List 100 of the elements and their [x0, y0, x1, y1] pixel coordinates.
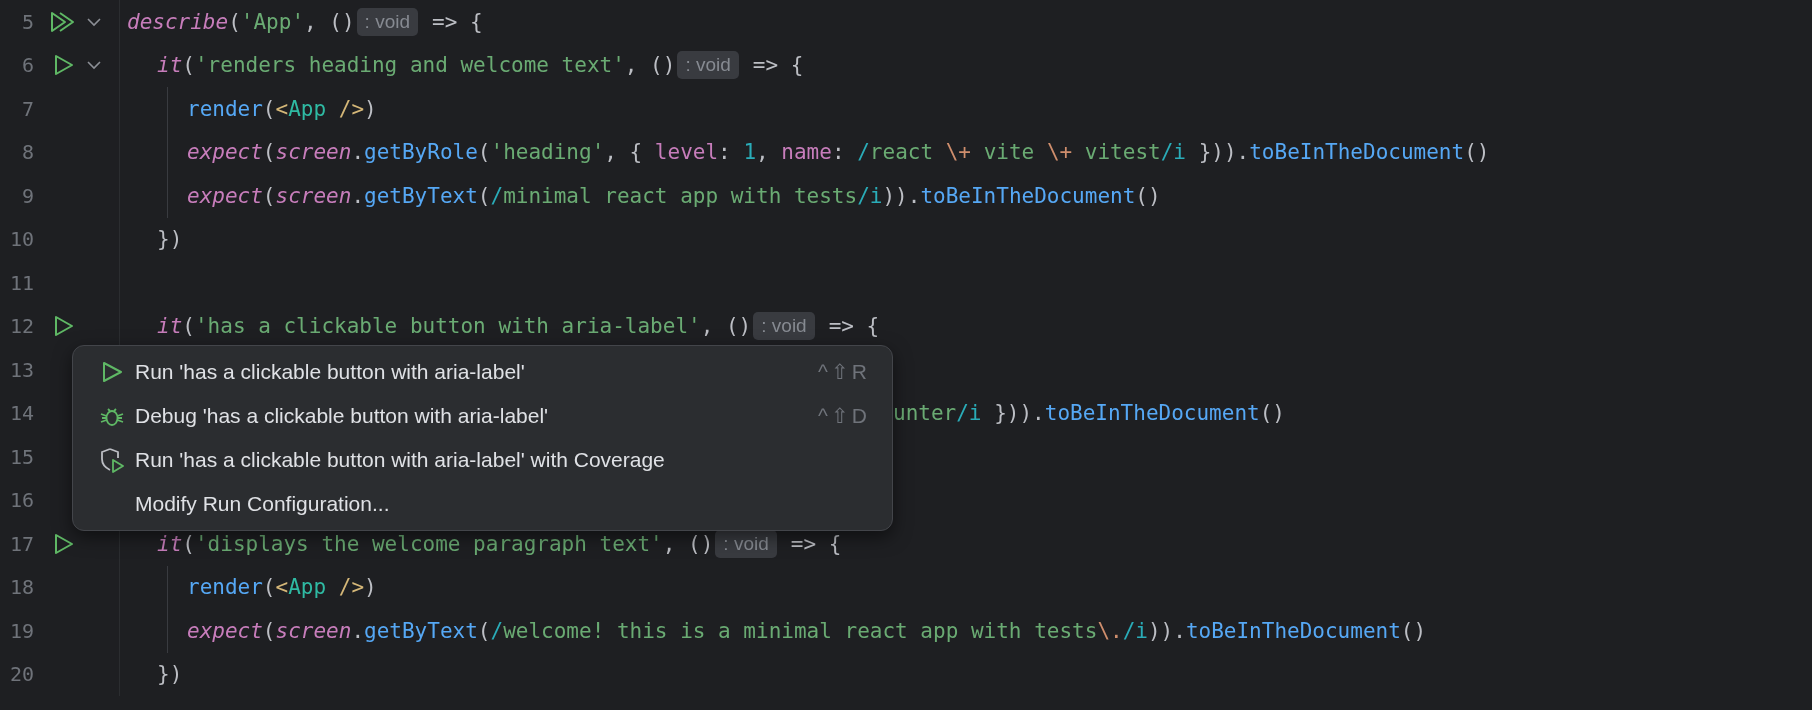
code-token: => {: [790, 531, 842, 556]
chevron-down-icon[interactable]: [87, 16, 101, 27]
code-token: .: [351, 140, 365, 165]
code-token: /: [490, 618, 504, 643]
code-token: /: [490, 183, 504, 208]
code-token: (): [1259, 401, 1285, 426]
code-token: => {: [432, 9, 483, 34]
shield-run-icon: [99, 447, 125, 473]
code-token: /i: [1160, 140, 1186, 165]
code-token: name: [781, 140, 832, 165]
code-token: })).: [993, 401, 1045, 426]
code-token: toBeInTheDocument: [920, 183, 1136, 208]
line-number: 15: [8, 444, 34, 469]
line-number: 12: [8, 314, 34, 339]
code-token: ): [364, 575, 377, 600]
shortcut-hint: ^⇧R: [817, 360, 870, 384]
line-number: 11: [8, 270, 34, 295]
run-icon[interactable]: [53, 531, 75, 556]
code-token: vitest: [1083, 140, 1161, 165]
code-token: (: [262, 575, 276, 600]
line-number: 17: [8, 531, 34, 556]
line-number: 10: [8, 227, 34, 252]
code-token: (: [477, 140, 491, 165]
menu-item[interactable]: Modify Run Configuration...: [135, 492, 870, 516]
run-icon: [100, 360, 124, 384]
type-hint: : void: [356, 7, 419, 36]
line-number: 13: [8, 357, 34, 382]
code-token: (: [228, 9, 241, 34]
code-token: 'displays the welcome paragraph text': [194, 531, 663, 556]
code-token: )).: [1147, 618, 1186, 643]
menu-item[interactable]: Run 'has a clickable button with aria-label' with Coverage: [135, 448, 870, 472]
code-token: <: [275, 575, 289, 600]
code-token: getByText: [364, 618, 478, 643]
code-token: it: [157, 53, 183, 78]
code-token: 'App': [240, 9, 305, 34]
code-token: , {: [604, 140, 644, 165]
menu-item[interactable]: Run 'has a clickable button with aria-label': [135, 360, 818, 384]
code-token: minimal react app with tests: [503, 183, 858, 208]
code-token: \.: [1097, 618, 1123, 643]
code-token: , (): [662, 531, 714, 556]
code-token: level: [654, 140, 719, 165]
type-hint: : void: [677, 51, 739, 80]
type-hint: : void: [715, 529, 777, 558]
code-token: 'has a clickable button with aria-label': [194, 314, 701, 339]
run-icon[interactable]: [53, 314, 75, 339]
code-token: (): [1135, 183, 1161, 208]
code-token: screen: [275, 140, 352, 165]
line-number: 7: [20, 96, 34, 121]
code-token: }): [157, 227, 183, 252]
code-token: :: [831, 140, 846, 165]
code-token: (: [262, 96, 276, 121]
code-token: /i: [1122, 618, 1148, 643]
code-token: 'renders heading and welcome text': [194, 53, 625, 78]
code-token: :: [718, 140, 732, 165]
code-token: render: [187, 575, 263, 600]
menu-item[interactable]: Debug 'has a clickable button with aria-label': [135, 404, 818, 428]
code-token: 'heading': [490, 140, 605, 165]
code-token: getByRole: [364, 140, 478, 165]
code-token: ,: [756, 140, 770, 165]
code-token: <: [275, 96, 289, 121]
line-number: 20: [8, 662, 34, 687]
code-token: .: [351, 183, 365, 208]
code-token: /: [857, 140, 870, 165]
code-token: App: [288, 96, 327, 121]
code-token: (): [1464, 140, 1490, 165]
code-token: expect: [187, 140, 263, 165]
code-token: )).: [882, 183, 921, 208]
code-token: (: [262, 140, 276, 165]
line-number: 9: [20, 183, 34, 208]
code-token: \+: [945, 140, 971, 165]
code-token: describe: [127, 9, 229, 34]
code-token: \+: [1046, 140, 1073, 165]
code-token: (: [182, 53, 195, 78]
code-token: toBeInTheDocument: [1185, 618, 1401, 643]
code-token: getByText: [364, 183, 478, 208]
line-number: 16: [8, 488, 34, 513]
line-number: 18: [8, 575, 34, 600]
code-token: , (): [304, 9, 355, 34]
code-token: expect: [187, 183, 263, 208]
code-token: toBeInTheDocument: [1249, 140, 1465, 165]
line-number: 8: [20, 140, 34, 165]
code-token: welcome! this is a minimal react app with tests: [503, 618, 1098, 643]
code-token: />: [337, 96, 365, 121]
code-token: => {: [752, 53, 804, 78]
code-token: 1: [743, 140, 757, 165]
code-token: }): [157, 662, 183, 687]
code-token: ): [364, 96, 377, 121]
code-token: , (): [624, 53, 676, 78]
code-token: (: [477, 618, 491, 643]
code-token: /i: [857, 183, 883, 208]
code-token: => {: [828, 314, 880, 339]
type-hint: : void: [753, 312, 815, 341]
code-token: unter: [893, 401, 957, 426]
run-icon[interactable]: [53, 53, 75, 78]
code-token: (: [477, 183, 491, 208]
shortcut-hint: ^⇧D: [817, 404, 870, 428]
code-token: render: [187, 96, 263, 121]
code-token: screen: [275, 183, 352, 208]
chevron-down-icon[interactable]: [87, 60, 101, 71]
code-token: vite: [982, 140, 1036, 165]
